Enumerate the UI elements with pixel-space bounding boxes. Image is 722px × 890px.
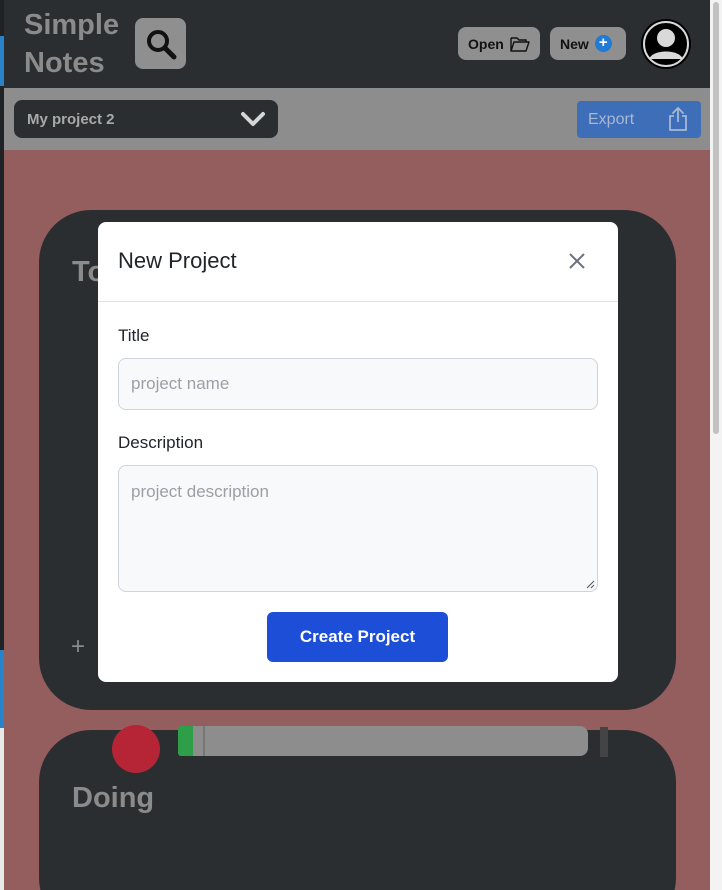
export-button[interactable]: Export (577, 101, 701, 138)
card-drag-handle[interactable] (600, 727, 608, 757)
new-button-label: New (560, 35, 589, 52)
page-scrollbar[interactable] (710, 0, 722, 890)
logo-line-1: Simple (24, 9, 120, 41)
column-title: Doing (72, 782, 155, 814)
open-button-label: Open (468, 35, 504, 52)
title-input[interactable]: project name (118, 358, 598, 410)
close-icon[interactable] (566, 250, 588, 272)
export-button-label: Export (588, 110, 635, 128)
search-icon (146, 29, 176, 59)
chevron-down-icon (241, 112, 265, 126)
project-select[interactable]: My project 2 (14, 100, 278, 138)
description-placeholder: project description (131, 482, 269, 501)
title-field-label: Title (118, 326, 150, 345)
project-bar: My project 2 Export (4, 88, 710, 150)
card-status-indicator (178, 726, 193, 756)
modal-header: New Project (98, 222, 618, 302)
resize-handle-icon[interactable] (585, 579, 595, 589)
modal-title: New Project (118, 248, 237, 273)
add-card-button[interactable]: + (71, 633, 85, 661)
search-button[interactable] (135, 18, 186, 69)
create-project-button[interactable]: Create Project (267, 612, 448, 662)
card-divider (203, 726, 205, 756)
scrollbar-thumb[interactable] (713, 2, 719, 434)
share-icon (669, 106, 687, 131)
description-textarea[interactable]: project description (118, 465, 598, 592)
plus-circle-icon: + (594, 35, 612, 52)
user-avatar-icon[interactable] (641, 19, 691, 69)
project-select-value: My project 2 (27, 110, 115, 128)
card-priority-badge[interactable] (112, 725, 160, 773)
folder-open-icon (510, 36, 530, 52)
app-logo[interactable]: Simple Notes (24, 6, 119, 82)
card-item[interactable] (178, 726, 588, 756)
new-project-modal: New Project Title project name Descripti… (98, 222, 618, 682)
open-button[interactable]: Open (458, 27, 540, 60)
new-button[interactable]: New + (550, 27, 626, 60)
description-field-label: Description (118, 433, 204, 452)
app-header: Simple Notes Open New + (4, 0, 710, 88)
logo-line-2: Notes (24, 47, 105, 79)
